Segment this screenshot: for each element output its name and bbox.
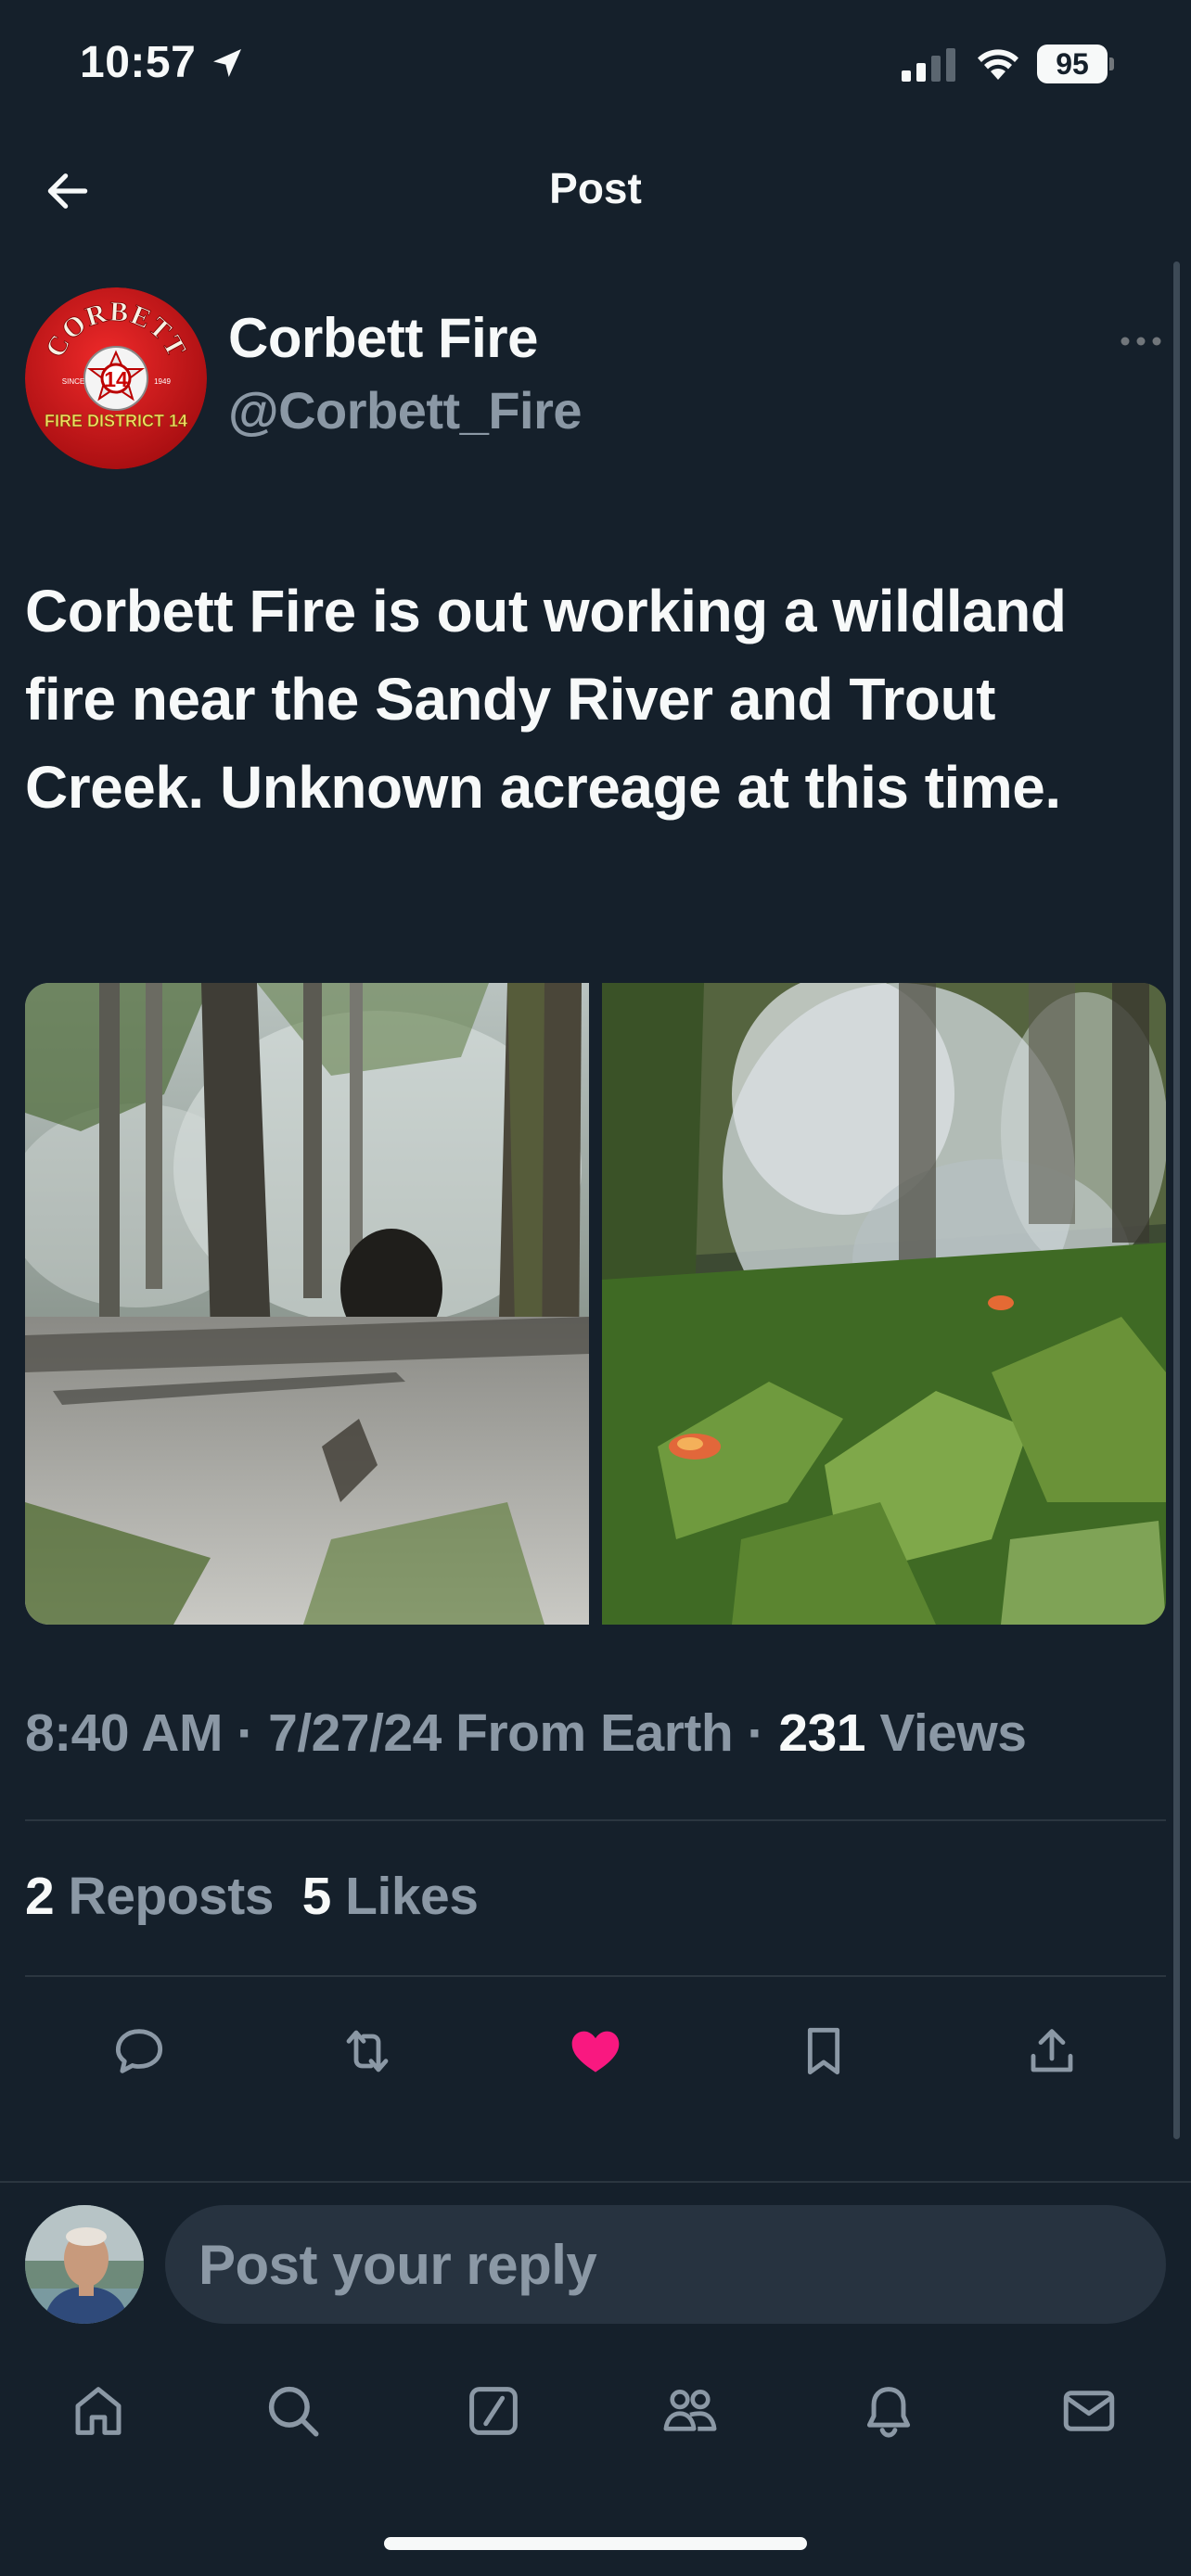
post-media bbox=[25, 983, 1166, 1625]
home-icon bbox=[75, 2387, 122, 2435]
reply-button[interactable] bbox=[102, 2014, 176, 2088]
wifi-icon bbox=[978, 49, 1018, 80]
like-button[interactable] bbox=[558, 2014, 633, 2088]
location-arrow-icon bbox=[209, 45, 246, 82]
status-bar: 10:57 95 bbox=[0, 0, 1191, 130]
tab-notifications[interactable] bbox=[852, 2374, 926, 2448]
home-indicator[interactable] bbox=[384, 2537, 807, 2550]
divider-meta bbox=[25, 1819, 1166, 1821]
more-icon bbox=[1121, 337, 1161, 346]
tab-messages[interactable] bbox=[1052, 2374, 1126, 2448]
tab-communities[interactable] bbox=[653, 2374, 727, 2448]
scrollbar[interactable] bbox=[1173, 261, 1180, 2139]
likes-count: 5 bbox=[301, 1867, 332, 1926]
battery-level: 95 bbox=[1037, 45, 1108, 83]
reposts-count: 2 bbox=[25, 1867, 55, 1926]
bookmark-button[interactable] bbox=[787, 2014, 861, 2088]
divider-stats bbox=[25, 1975, 1166, 1977]
reply-icon bbox=[115, 2029, 163, 2073]
post-stats: 2 Reposts 5 Likes bbox=[25, 1866, 479, 1927]
current-user-avatar[interactable] bbox=[25, 2205, 144, 2324]
views-count: 231 bbox=[778, 1703, 865, 1763]
views-label: Views bbox=[879, 1703, 1027, 1763]
avatar-number: 14 bbox=[104, 367, 128, 391]
communities-icon bbox=[663, 2390, 717, 2431]
battery-cap bbox=[1109, 57, 1114, 70]
status-time-text: 10:57 bbox=[80, 38, 197, 87]
page-title: Post bbox=[549, 164, 642, 212]
avatar-since: SINCE bbox=[62, 377, 84, 386]
post-photo-1[interactable] bbox=[25, 983, 589, 1625]
repost-icon bbox=[346, 2030, 389, 2072]
reposts-label: Reposts bbox=[68, 1867, 275, 1926]
reposts-stat[interactable]: 2 Reposts bbox=[25, 1867, 274, 1926]
like-icon bbox=[571, 2031, 620, 2072]
author-handle[interactable]: @Corbett_Fire bbox=[228, 380, 583, 440]
page: 10:57 95 Post CORBETT 14 SINCE 1949 FIRE… bbox=[0, 0, 1191, 2576]
battery-indicator: 95 bbox=[1037, 45, 1115, 83]
bookmark-icon bbox=[807, 2027, 840, 2075]
tab-home[interactable] bbox=[61, 2374, 135, 2448]
likes-stat[interactable]: 5 Likes bbox=[302, 1867, 479, 1926]
author-name[interactable]: Corbett Fire bbox=[228, 306, 539, 370]
post-photo-2[interactable] bbox=[602, 983, 1166, 1625]
cellular-signal-icon bbox=[902, 48, 955, 82]
post-meta: 8:40 AM · 7/27/24 From Earth · 231 Views bbox=[25, 1703, 1027, 1763]
reply-placeholder: Post your reply bbox=[198, 2233, 597, 2296]
messages-icon bbox=[1063, 2391, 1115, 2431]
more-options-button[interactable] bbox=[1115, 323, 1167, 360]
share-button[interactable] bbox=[1015, 2014, 1089, 2088]
reply-divider bbox=[0, 2181, 1191, 2183]
post-time: 8:40 AM bbox=[25, 1703, 223, 1763]
tab-search[interactable] bbox=[256, 2374, 330, 2448]
repost-button[interactable] bbox=[330, 2014, 404, 2088]
post-text: Corbett Fire is out working a wildland f… bbox=[25, 578, 1067, 821]
share-icon bbox=[1031, 2029, 1073, 2072]
status-time: 10:57 bbox=[80, 37, 246, 88]
likes-label: Likes bbox=[345, 1867, 479, 1926]
avatar-bottom-text: FIRE DISTRICT 14 bbox=[45, 412, 187, 430]
notifications-icon bbox=[866, 2387, 911, 2438]
search-icon bbox=[268, 2386, 319, 2437]
author-avatar[interactable]: CORBETT 14 SINCE 1949 FIRE DISTRICT 14 bbox=[25, 287, 207, 469]
grok-icon bbox=[469, 2387, 518, 2435]
tab-grok[interactable] bbox=[456, 2374, 531, 2448]
post-date: 7/27/24 bbox=[268, 1703, 442, 1763]
avatar-year: 1949 bbox=[154, 377, 171, 386]
header: Post bbox=[0, 139, 1191, 243]
post-source: From Earth bbox=[455, 1703, 734, 1763]
reply-input[interactable]: Post your reply bbox=[165, 2205, 1166, 2324]
